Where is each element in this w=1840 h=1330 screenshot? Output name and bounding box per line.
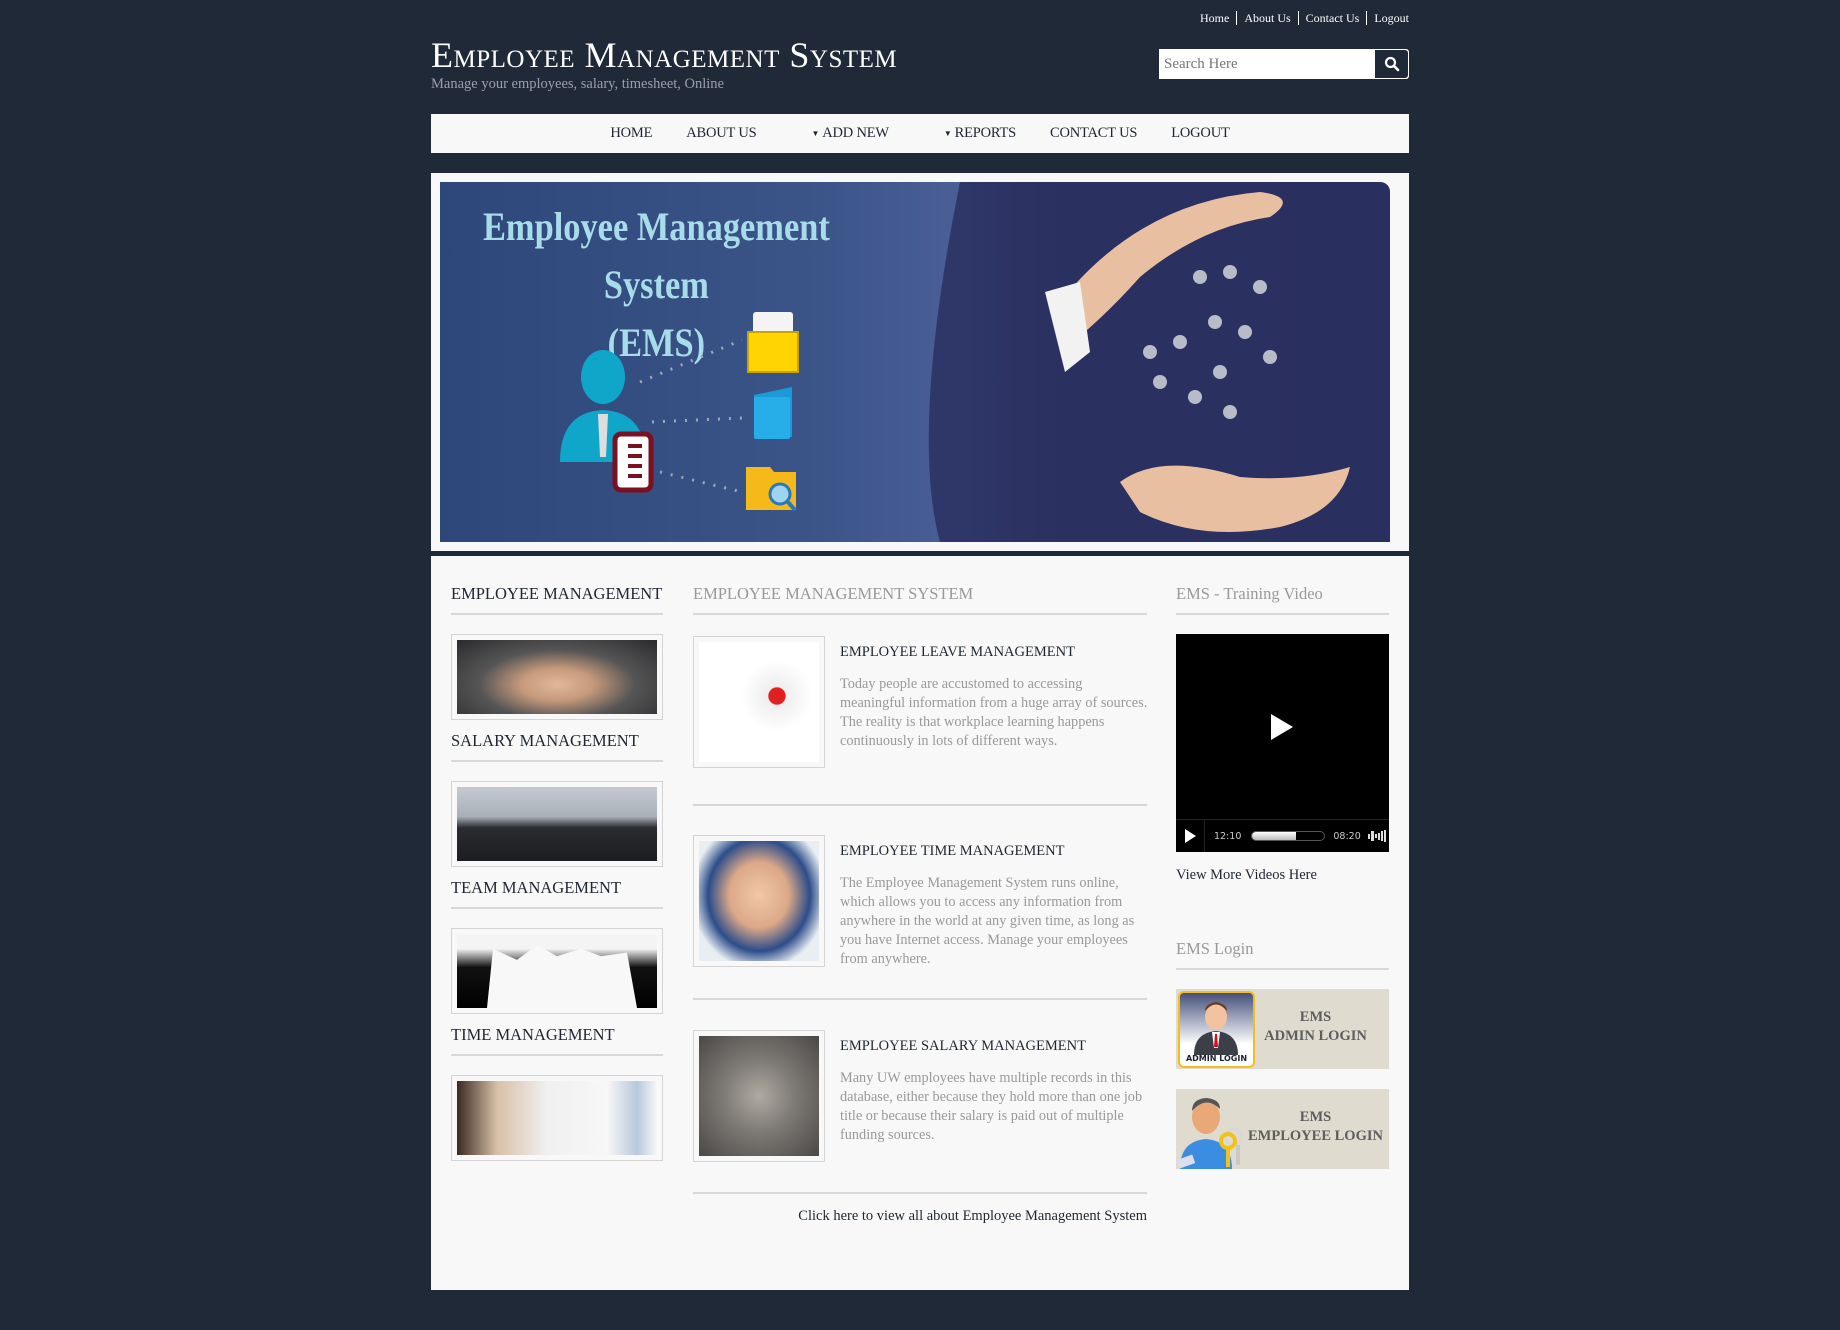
nav-contact-us[interactable]: CONTACT US (1050, 125, 1137, 142)
caret-down-icon: ▼ (811, 129, 820, 138)
admin-login-line1: EMS (1299, 1009, 1332, 1025)
article-title: EMPLOYEE TIME MANAGEMENT (840, 843, 1065, 859)
video-controls: 12:10 08:20 (1176, 819, 1389, 852)
duration: 08:20 (1333, 830, 1361, 842)
section-title: EMPLOYEE MANAGEMENT (451, 584, 663, 615)
progress-fill (1252, 832, 1296, 840)
article-image-link[interactable] (693, 636, 825, 768)
admin-login-text: EMS ADMIN LOGIN (1242, 1008, 1389, 1046)
more-videos-link[interactable]: View More Videos Here (1176, 867, 1389, 884)
nav-label: LOGOUT (1171, 125, 1230, 141)
top-link-contact-us[interactable]: Contact Us (1297, 11, 1367, 25)
article-image-link[interactable] (693, 1030, 825, 1162)
section-time-management: TIME MANAGEMENT (451, 1025, 663, 1172)
main-nav: HOME ABOUT US ▼ ADD NEW ▼ REPORTS CONTACT … (431, 114, 1409, 153)
article-title: EMPLOYEE SALARY MANAGEMENT (840, 1038, 1086, 1054)
nav-label: ADD NEW (822, 125, 889, 141)
search-folder-icon (746, 467, 797, 512)
salary-management-thumbnail[interactable] (451, 781, 663, 867)
section-salary-management: SALARY MANAGEMENT (451, 731, 663, 878)
video-player[interactable]: 12:10 08:20 (1176, 634, 1389, 852)
money-handover-photo (699, 1036, 819, 1156)
top-links: Home About Us Contact Us Logout (1193, 11, 1409, 25)
section-employee-management: EMPLOYEE MANAGEMENT (451, 584, 663, 731)
blue-folder-icon (754, 387, 792, 439)
nav-home[interactable]: HOME (610, 125, 652, 142)
article-time-management: EMPLOYEE TIME MANAGEMENT The Employee Ma… (693, 806, 1147, 1000)
play-icon (1184, 829, 1196, 843)
people-chart-illustration (699, 642, 819, 762)
content-panel: EMPLOYEE MANAGEMENT SALARY MANAGEMENT TE… (431, 556, 1409, 1290)
nav-label: REPORTS (954, 125, 1017, 141)
nav-label: HOME (610, 125, 653, 141)
search-form (1159, 49, 1409, 79)
banner-illustration (560, 182, 1390, 542)
nav-about-us[interactable]: ABOUT US (686, 125, 756, 142)
employee-login-text: EMS EMPLOYEE LOGIN (1242, 1108, 1389, 1146)
checklist-icon (612, 431, 654, 493)
article-salary-management: EMPLOYEE SALARY MANAGEMENT Many UW emplo… (693, 1000, 1147, 1194)
hands-together-photo (699, 841, 819, 961)
volume-icon[interactable] (1367, 830, 1386, 842)
employee-login-button[interactable]: EMS EMPLOYEE LOGIN (1176, 1089, 1389, 1169)
time-management-thumbnail[interactable] (451, 1075, 663, 1161)
login-section-title: EMS Login (1176, 939, 1389, 970)
team-management-thumbnail[interactable] (451, 928, 663, 1014)
search-icon (1384, 56, 1399, 72)
big-play-icon[interactable] (1271, 714, 1293, 740)
caret-down-icon: ▼ (943, 129, 952, 138)
current-time: 12:10 (1214, 830, 1242, 842)
site-title: Employee Management System (431, 35, 898, 75)
top-link-logout[interactable]: Logout (1366, 11, 1409, 25)
article-body: The Employee Management System runs onli… (840, 875, 1135, 967)
article-body: Today people are accustomed to accessing… (840, 676, 1148, 749)
top-link-home[interactable]: Home (1193, 11, 1236, 25)
presentation-meeting-photo (457, 1081, 657, 1155)
article-body: Many UW employees have multiple records … (840, 1070, 1143, 1143)
article-title: EMPLOYEE LEAVE MANAGEMENT (840, 644, 1075, 660)
businessman-hands-graphic (928, 182, 1390, 542)
progress-bar[interactable] (1251, 831, 1326, 841)
idea-businessmen-photo (457, 787, 657, 861)
article-leave-management: EMPLOYEE LEAVE MANAGEMENT Today people a… (693, 615, 1147, 806)
middle-column-title: EMPLOYEE MANAGEMENT SYSTEM (693, 584, 1147, 615)
employee-login-line1: EMS (1299, 1109, 1332, 1125)
search-button[interactable] (1375, 50, 1408, 78)
nav-logout[interactable]: LOGOUT (1171, 125, 1230, 142)
middle-column: EMPLOYEE MANAGEMENT SYSTEM EMPLOYEE LEAV… (693, 584, 1147, 1225)
nav-reports[interactable]: ▼ REPORTS (944, 125, 1016, 142)
admin-login-button[interactable]: ADMIN LOGIN EMS ADMIN LOGIN (1176, 989, 1389, 1069)
article-image-link[interactable] (693, 835, 825, 967)
team-silhouette-photo (457, 934, 657, 1008)
nav-label: CONTACT US (1050, 125, 1138, 141)
admin-icon-label: ADMIN LOGIN (1185, 1054, 1248, 1063)
hands-stacked-photo (457, 640, 657, 714)
right-column: EMS - Training Video 12:10 08:20 View Mo… (1176, 584, 1389, 1169)
section-title: SALARY MANAGEMENT (451, 731, 663, 762)
banner-image: Employee Management System (EMS) (440, 182, 1390, 542)
video-section-title: EMS - Training Video (1176, 584, 1389, 615)
site-subtitle: Manage your employees, salary, timesheet… (431, 76, 724, 92)
play-button[interactable] (1176, 820, 1205, 852)
nav-add-new[interactable]: ▼ ADD NEW (811, 125, 890, 142)
section-title: TIME MANAGEMENT (451, 1025, 663, 1056)
admin-login-line2: ADMIN LOGIN (1264, 1028, 1367, 1044)
view-all-link[interactable]: Click here to view all about Employee Ma… (693, 1208, 1147, 1225)
section-team-management: TEAM MANAGEMENT (451, 878, 663, 1025)
employee-login-line2: EMPLOYEE LOGIN (1248, 1128, 1383, 1144)
nav-label: ABOUT US (686, 125, 757, 141)
employee-management-thumbnail[interactable] (451, 634, 663, 720)
left-column: EMPLOYEE MANAGEMENT SALARY MANAGEMENT TE… (451, 584, 663, 1172)
top-link-about-us[interactable]: About Us (1236, 11, 1297, 25)
search-input[interactable] (1159, 49, 1374, 79)
section-title: TEAM MANAGEMENT (451, 878, 663, 909)
document-folder-icon (747, 312, 799, 373)
banner-panel: Employee Management System (EMS) (431, 173, 1409, 551)
